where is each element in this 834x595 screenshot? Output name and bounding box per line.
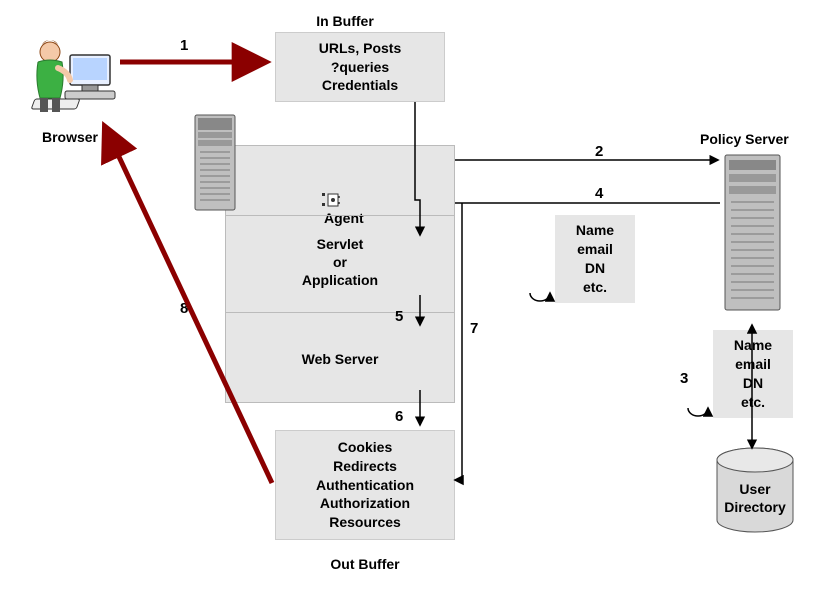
out-buffer-label: Out Buffer — [290, 555, 440, 573]
agent-text: Agent — [324, 210, 364, 226]
user-directory-label: User Directory — [720, 480, 790, 516]
agent-icon — [320, 191, 342, 209]
step-2: 2 — [595, 143, 603, 160]
agent-label: Agent — [320, 172, 440, 228]
step-8: 8 — [180, 300, 188, 317]
out-buffer-box: Cookies Redirects Authentication Authori… — [275, 430, 455, 540]
in-buffer-label: In Buffer — [275, 12, 415, 30]
step-1: 1 — [180, 37, 188, 54]
step-4: 4 — [595, 185, 603, 202]
tower-server-icon — [190, 110, 245, 220]
browser-icon — [20, 30, 120, 120]
step-7: 7 — [470, 320, 478, 337]
in-buffer-box: URLs, Posts ?queries Credentials — [275, 32, 445, 102]
browser-label: Browser — [30, 128, 110, 146]
step-5: 5 — [395, 308, 403, 325]
policy-server-label: Policy Server — [700, 130, 820, 148]
step-3: 3 — [680, 370, 688, 387]
servlet-box: Servlet or Application — [225, 235, 455, 290]
attrs-4-box: Name email DN etc. — [555, 215, 635, 303]
divider — [225, 312, 455, 313]
step-6: 6 — [395, 408, 403, 425]
web-server-box: Web Server — [225, 350, 455, 368]
policy-server-icon — [720, 150, 790, 320]
divider — [225, 215, 455, 216]
attrs-3-box: Name email DN etc. — [713, 330, 793, 418]
